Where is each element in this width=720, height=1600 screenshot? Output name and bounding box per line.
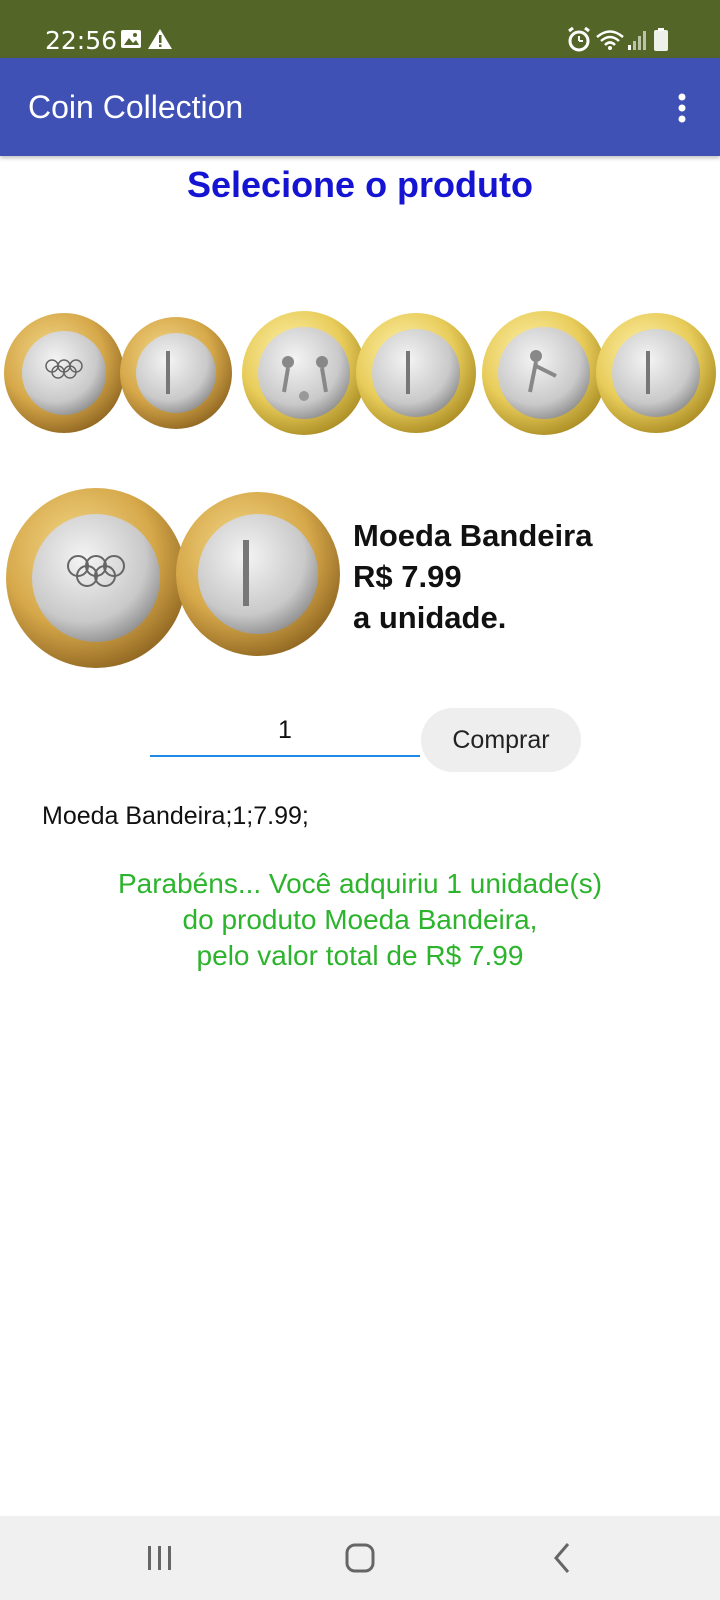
coin-pair-image bbox=[242, 311, 476, 435]
back-button[interactable] bbox=[540, 1536, 584, 1580]
status-time: 22:56 bbox=[45, 26, 118, 55]
battery-icon bbox=[654, 28, 668, 51]
order-record: Moeda Bandeira;1;7.99; bbox=[42, 802, 309, 830]
signal-icon bbox=[628, 31, 646, 50]
coin-pair-image bbox=[4, 313, 232, 433]
quantity-input[interactable] bbox=[150, 705, 420, 757]
selected-product-image bbox=[0, 478, 350, 678]
recent-apps-button[interactable] bbox=[138, 1536, 182, 1580]
product-price: R$ 7.99 bbox=[353, 559, 462, 594]
success-line-3: pelo valor total de R$ 7.99 bbox=[196, 940, 524, 971]
status-bar: 22:56 bbox=[0, 0, 720, 58]
success-line-2: do produto Moeda Bandeira, bbox=[182, 904, 538, 935]
app-bar: Coin Collection bbox=[0, 58, 720, 156]
coin-pair-image bbox=[482, 311, 716, 435]
success-message: Parabéns... Você adquiriu 1 unidade(s) d… bbox=[0, 866, 720, 974]
status-left-icons bbox=[120, 28, 182, 57]
back-icon bbox=[554, 1543, 570, 1573]
status-right-icons bbox=[566, 26, 676, 59]
coin-pair-large-image bbox=[6, 488, 340, 668]
buy-button[interactable]: Comprar bbox=[421, 708, 581, 772]
page-heading: Selecione o produto bbox=[186, 164, 534, 205]
navigation-bar bbox=[0, 1516, 720, 1600]
home-icon bbox=[345, 1543, 375, 1573]
coin-option-bandeira[interactable] bbox=[0, 296, 240, 450]
home-button[interactable] bbox=[338, 1536, 382, 1580]
recent-apps-icon bbox=[148, 1546, 171, 1570]
app-title: Coin Collection bbox=[28, 89, 244, 125]
product-info: Moeda Bandeira R$ 7.99 a unidade. bbox=[353, 515, 592, 638]
success-line-1: Parabéns... Você adquiriu 1 unidade(s) bbox=[117, 868, 603, 899]
alarm-icon bbox=[568, 26, 590, 52]
coin-option-atletismo[interactable] bbox=[480, 296, 720, 450]
product-unit: a unidade. bbox=[353, 600, 507, 635]
warning-icon bbox=[148, 29, 172, 49]
more-vert-icon bbox=[678, 93, 686, 123]
image-icon bbox=[121, 30, 141, 48]
more-options-button[interactable] bbox=[664, 92, 700, 124]
wifi-icon bbox=[596, 30, 624, 46]
product-name: Moeda Bandeira bbox=[353, 518, 593, 553]
coin-option-futebol[interactable] bbox=[240, 296, 480, 450]
